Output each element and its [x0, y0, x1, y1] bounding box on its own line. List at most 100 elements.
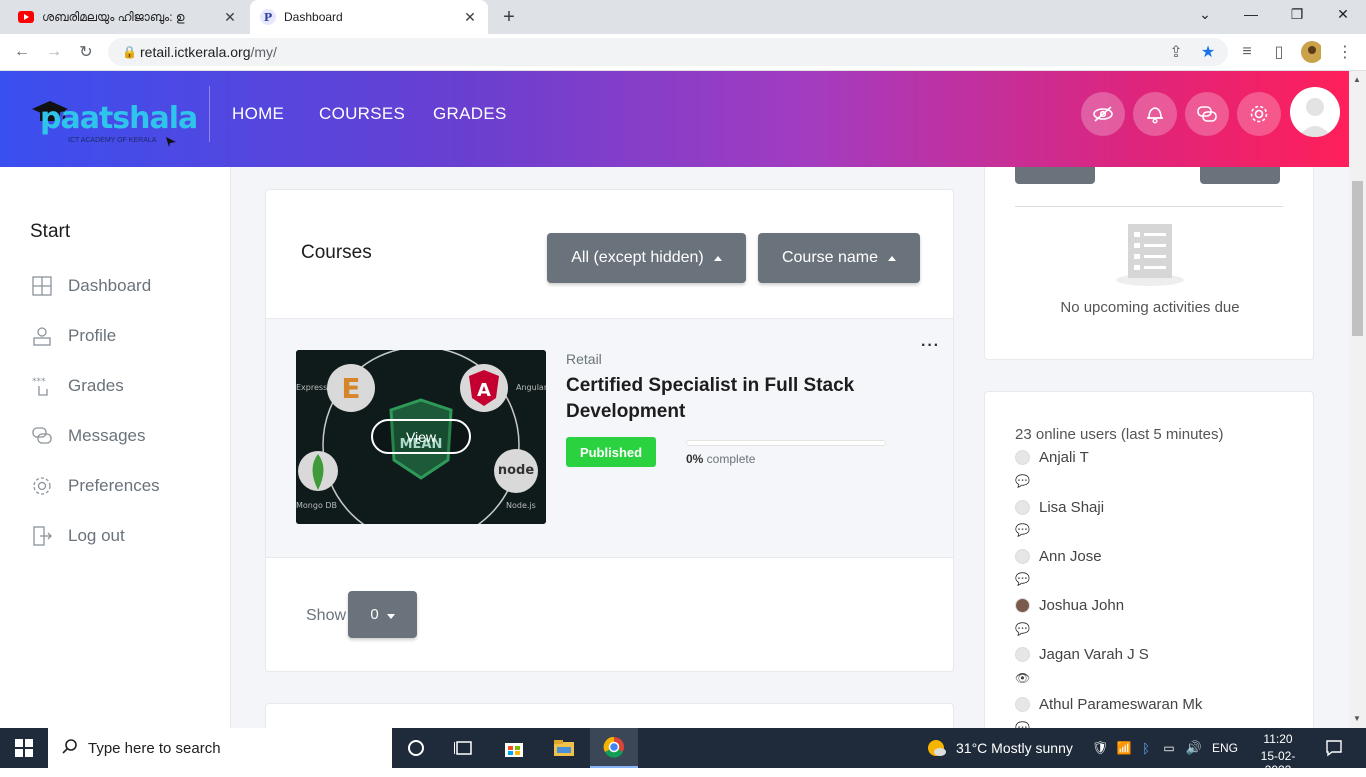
- profile-avatar-icon[interactable]: [1301, 41, 1321, 63]
- paging-dropdown[interactable]: 0: [348, 591, 417, 638]
- drawer-item-messages[interactable]: Messages: [30, 421, 210, 451]
- page-scrollbar[interactable]: ▲ ▼: [1349, 71, 1366, 728]
- course-category: Retail: [566, 351, 602, 367]
- course-image[interactable]: E Express A Angular MEAN Mongo DB node N…: [296, 350, 546, 524]
- file-explorer-icon[interactable]: [544, 728, 584, 768]
- user-avatar[interactable]: [1290, 87, 1340, 137]
- message-icon[interactable]: 💬: [1015, 572, 1030, 586]
- avatar: [1015, 500, 1030, 515]
- online-user[interactable]: Jagan Varah J S: [1015, 646, 1149, 663]
- main-region: Courses All (except hidden) Course name …: [231, 167, 1349, 728]
- new-tab-icon[interactable]: +: [498, 6, 520, 29]
- image-label-mongodb: Mongo DB: [296, 501, 337, 510]
- logout-icon: [30, 524, 54, 548]
- message-icon[interactable]: 💬: [1015, 474, 1030, 488]
- address-bar[interactable]: 🔒 retail.ictkerala.org/my/: [108, 38, 1228, 66]
- media-icon[interactable]: ≡: [1237, 42, 1257, 62]
- drawer-item-profile[interactable]: Profile: [30, 321, 210, 351]
- drawer-item-label: Grades: [68, 376, 124, 395]
- side-panel-icon[interactable]: ▯: [1269, 42, 1289, 62]
- user-name: Athul Parameswaran Mk: [1039, 696, 1203, 713]
- user-silhouette-icon: [1298, 98, 1332, 137]
- tab-title: Dashboard: [284, 10, 343, 24]
- drawer-item-logout[interactable]: Log out: [30, 521, 210, 551]
- nav-courses[interactable]: COURSES: [319, 104, 405, 124]
- drawer-item-grades[interactable]: *** Grades: [30, 371, 210, 401]
- course-progress-bar: [686, 440, 886, 446]
- message-icon[interactable]: 💬: [1015, 523, 1030, 537]
- course-actions-menu-icon[interactable]: ···: [921, 337, 940, 355]
- clock-date[interactable]: 15-02-2022: [1248, 749, 1308, 777]
- svg-text:A: A: [477, 380, 491, 401]
- user-name: Ann Jose: [1039, 548, 1102, 565]
- gear-icon: [1250, 105, 1268, 123]
- volume-icon[interactable]: 🔊: [1184, 728, 1204, 768]
- weather-icon[interactable]: [926, 728, 948, 768]
- close-window-icon[interactable]: ✕: [1328, 6, 1358, 23]
- eye-icon[interactable]: 👁: [1015, 671, 1030, 685]
- tab-search-icon[interactable]: ⌄: [1190, 6, 1220, 23]
- drawer-item-dashboard[interactable]: Dashboard: [30, 271, 210, 301]
- course-name-link[interactable]: Certified Specialist in Full Stack Devel…: [566, 373, 896, 425]
- reload-icon[interactable]: ↻: [76, 42, 96, 62]
- browser-tab[interactable]: ശബരിമലയും ഹിജാബും: ഉ ✕: [8, 0, 248, 34]
- minimize-icon[interactable]: —: [1236, 6, 1266, 22]
- nav-home[interactable]: HOME: [232, 104, 284, 124]
- avatar: [1015, 697, 1030, 712]
- notification-center-icon[interactable]: [1320, 728, 1348, 768]
- nav-grades[interactable]: GRADES: [433, 104, 507, 124]
- menu-kebab-icon[interactable]: ⋮: [1335, 42, 1355, 62]
- language-indicator[interactable]: ENG: [1212, 741, 1238, 755]
- notifications-button[interactable]: [1133, 92, 1177, 136]
- taskbar-search[interactable]: Type here to search: [48, 728, 392, 768]
- network-icon[interactable]: 📶: [1114, 728, 1134, 768]
- forward-icon[interactable]: →: [44, 42, 64, 62]
- scrollbar-thumb[interactable]: [1352, 181, 1363, 336]
- browser-tab-active[interactable]: P Dashboard ✕: [250, 0, 488, 34]
- drawer-item-preferences[interactable]: Preferences: [30, 471, 210, 501]
- online-user[interactable]: Lisa Shaji: [1015, 499, 1104, 516]
- task-view-icon[interactable]: [444, 728, 484, 768]
- course-overview-block: Courses All (except hidden) Course name …: [265, 189, 954, 672]
- close-tab-icon[interactable]: ✕: [462, 9, 478, 26]
- weather-text[interactable]: 31°C Mostly sunny: [956, 740, 1073, 756]
- chrome-taskbar-icon[interactable]: [590, 728, 638, 768]
- course-filter-dropdown[interactable]: All (except hidden): [547, 233, 746, 283]
- site-logo[interactable]: paatshala ICT ACADEMY OF KERALA: [30, 99, 198, 149]
- store-icon[interactable]: [494, 728, 534, 768]
- timeline-sort-button[interactable]: [1200, 167, 1280, 184]
- logo-cursor-icon: [166, 137, 176, 147]
- drawer-item-label: Profile: [68, 326, 117, 345]
- close-tab-icon[interactable]: ✕: [222, 9, 238, 26]
- user-name: Anjali T: [1039, 449, 1089, 466]
- clock-time[interactable]: 11:20: [1254, 732, 1302, 746]
- scroll-up-icon[interactable]: ▲: [1353, 75, 1361, 84]
- cortana-icon[interactable]: [396, 728, 436, 768]
- scroll-down-icon[interactable]: ▼: [1353, 714, 1361, 723]
- online-user[interactable]: Athul Parameswaran Mk: [1015, 696, 1202, 713]
- battery-icon[interactable]: ▭: [1160, 728, 1178, 768]
- messages-button[interactable]: [1185, 92, 1229, 136]
- timeline-filter-button[interactable]: [1015, 167, 1095, 184]
- url-path: /my/: [250, 44, 277, 60]
- message-icon[interactable]: 💬: [1015, 622, 1030, 636]
- bookmark-star-icon[interactable]: ★: [1198, 42, 1218, 62]
- svg-text:***: ***: [32, 377, 46, 387]
- online-user[interactable]: Joshua John: [1015, 597, 1124, 614]
- windows-start-icon[interactable]: [0, 728, 48, 768]
- view-course-button[interactable]: View: [371, 419, 471, 454]
- settings-button[interactable]: [1237, 92, 1281, 136]
- defender-icon[interactable]: 🛡: [1090, 728, 1110, 768]
- next-block: [265, 703, 954, 728]
- share-icon[interactable]: ⇪: [1166, 42, 1186, 62]
- online-user[interactable]: Anjali T: [1015, 449, 1089, 466]
- image-label-angular: Angular: [516, 383, 546, 392]
- timeline-block: No upcoming activities due: [984, 167, 1314, 360]
- bluetooth-icon[interactable]: ᛒ: [1137, 728, 1155, 768]
- back-icon[interactable]: ←: [12, 42, 32, 62]
- restore-icon[interactable]: ❐: [1282, 6, 1312, 23]
- online-user[interactable]: Ann Jose: [1015, 548, 1102, 565]
- message-icon[interactable]: 💬: [1015, 721, 1030, 728]
- hide-blocks-button[interactable]: [1081, 92, 1125, 136]
- course-sort-dropdown[interactable]: Course name: [758, 233, 920, 283]
